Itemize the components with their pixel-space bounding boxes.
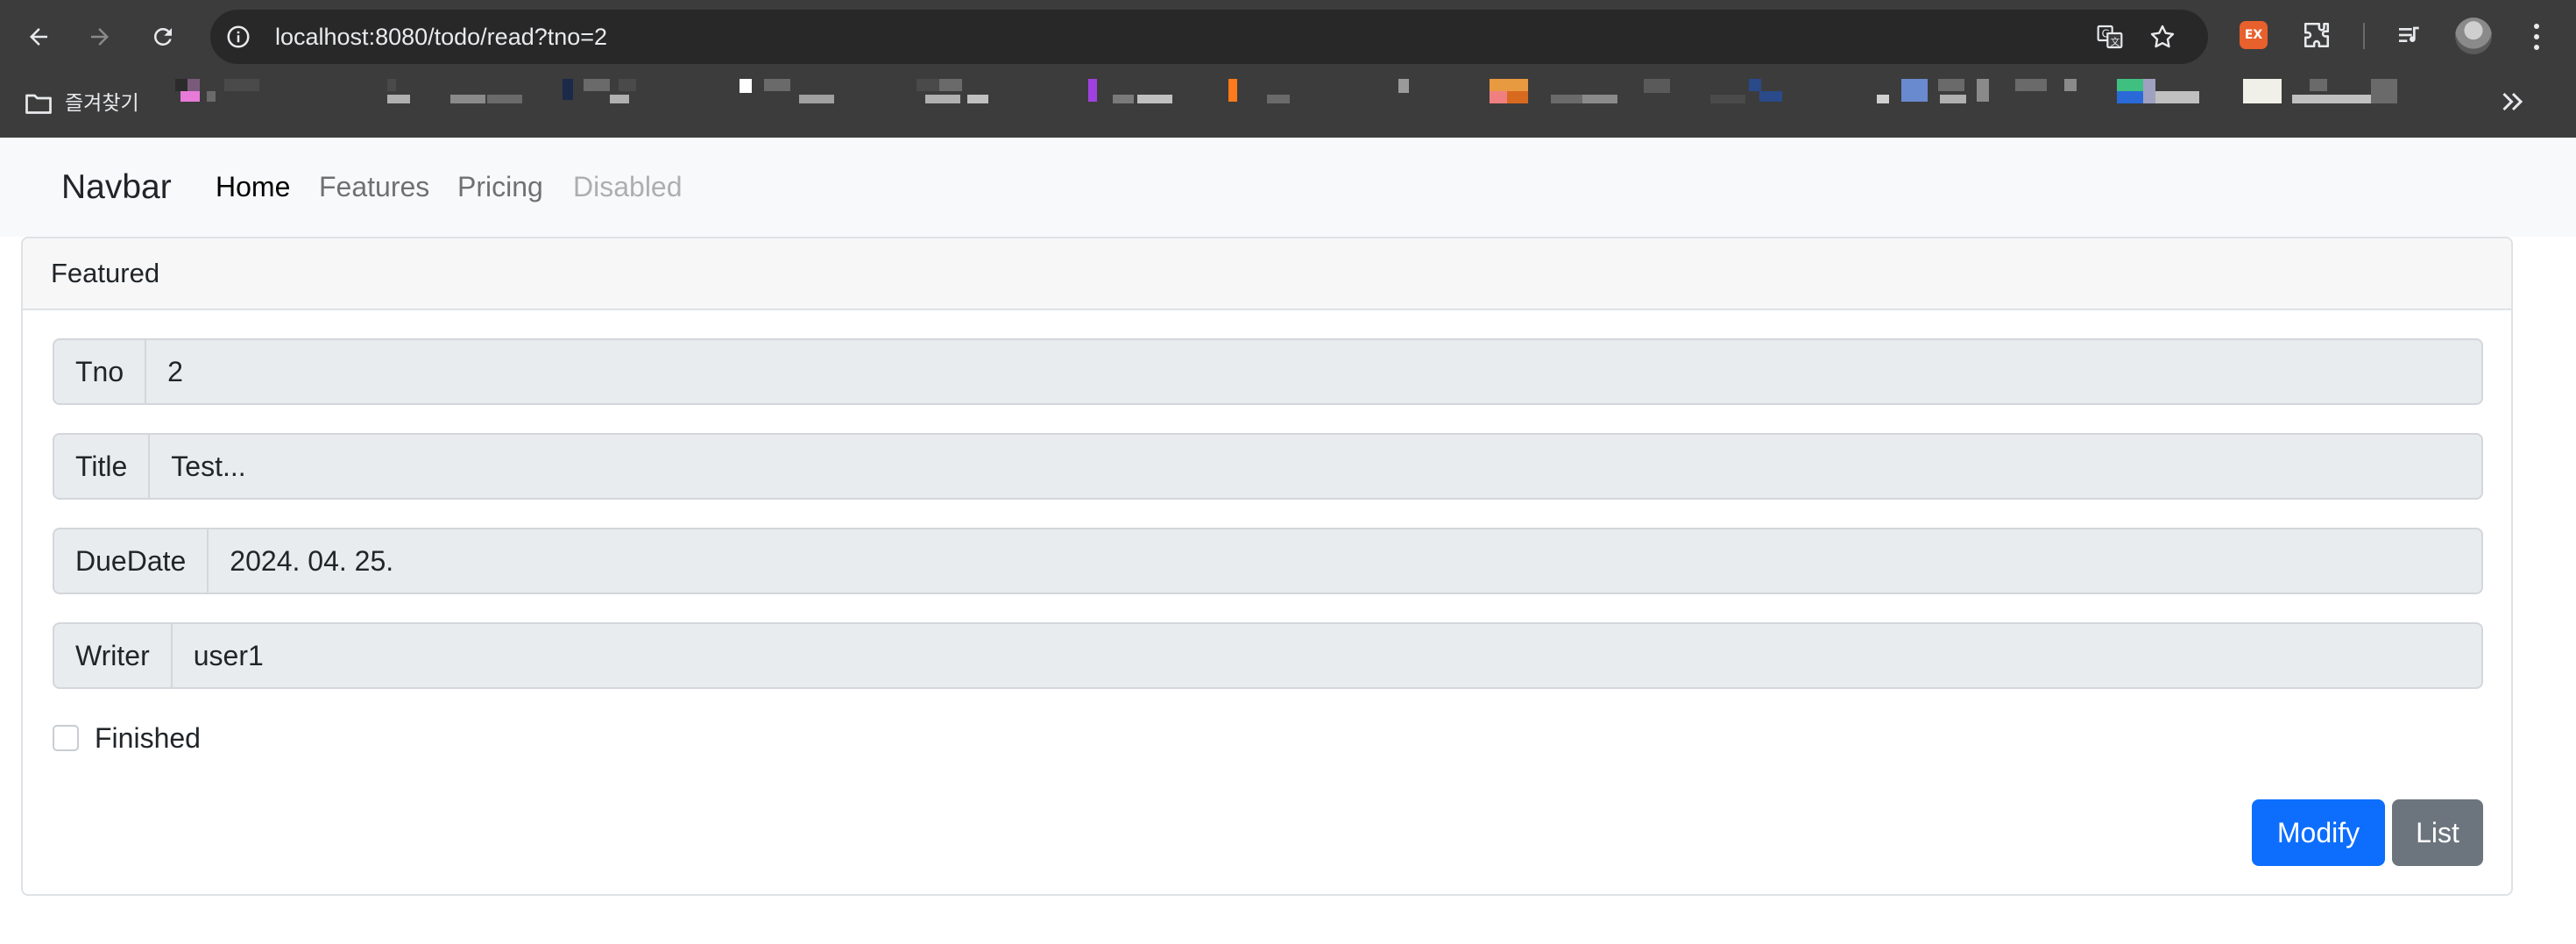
profile-avatar[interactable] xyxy=(2455,18,2492,54)
nav-link-features[interactable]: Features xyxy=(319,138,429,237)
tno-input-group: Tno xyxy=(53,338,2483,405)
finished-row: Finished xyxy=(53,720,201,756)
nav-link-home[interactable]: Home xyxy=(216,138,290,237)
arrow-right-icon xyxy=(91,28,109,46)
bookmark-star-icon[interactable] xyxy=(2147,21,2178,53)
browser-menu-icon[interactable] xyxy=(2523,19,2550,54)
media-control-icon[interactable] xyxy=(2392,18,2427,53)
tno-field[interactable] xyxy=(146,338,2483,405)
writer-input-group: Writer xyxy=(53,622,2483,689)
list-button[interactable]: List xyxy=(2392,799,2483,866)
arrow-left-icon xyxy=(30,28,47,46)
browser-toolbar: localhost:8080/todo/read?tno=2 G文 EX xyxy=(0,0,2576,72)
title-label: Title xyxy=(53,433,151,500)
title-input-group: Title xyxy=(53,433,2483,500)
back-button[interactable] xyxy=(19,18,58,56)
translate-icon[interactable]: G文 xyxy=(2094,21,2126,53)
bookmarks-bar: 즐겨찾기 xyxy=(0,72,2576,138)
title-field[interactable] xyxy=(150,433,2483,500)
url-text[interactable]: localhost:8080/todo/read?tno=2 xyxy=(275,10,607,64)
modify-button[interactable]: Modify xyxy=(2252,799,2385,866)
site-info-icon[interactable] xyxy=(223,21,254,53)
navbar-brand[interactable]: Navbar xyxy=(61,138,172,237)
duedate-input-group: DueDate xyxy=(53,528,2483,594)
svg-text:文: 文 xyxy=(2111,36,2120,47)
extensions-puzzle-icon[interactable] xyxy=(2299,18,2334,53)
browser-chrome: localhost:8080/todo/read?tno=2 G文 EX 즐겨찾… xyxy=(0,0,2576,138)
forward-button[interactable] xyxy=(81,18,119,56)
extension-ex-icon[interactable]: EX xyxy=(2240,21,2268,49)
duedate-field[interactable] xyxy=(209,528,2483,594)
finished-checkbox[interactable] xyxy=(53,725,79,751)
duedate-label: DueDate xyxy=(53,528,209,594)
finished-label[interactable]: Finished xyxy=(95,722,201,755)
bookmarks-folder-label[interactable]: 즐겨찾기 xyxy=(65,89,139,117)
card-header: Featured xyxy=(23,238,2511,310)
navbar: Navbar Home Features Pricing Disabled xyxy=(0,138,2576,237)
chevron-double-right-icon[interactable] xyxy=(2497,86,2529,117)
writer-label: Writer xyxy=(53,622,173,689)
address-bar[interactable]: localhost:8080/todo/read?tno=2 G文 xyxy=(210,10,2208,64)
folder-icon xyxy=(25,94,52,114)
writer-field[interactable] xyxy=(172,622,2483,689)
reload-icon xyxy=(154,27,172,46)
blurred-bookmarks xyxy=(175,79,2397,103)
extension-ex-label: EX xyxy=(2244,28,2263,42)
nav-link-disabled: Disabled xyxy=(573,171,683,202)
nav-link-pricing[interactable]: Pricing xyxy=(457,138,543,237)
todo-card: Featured Tno Title DueDate Writer Finish… xyxy=(21,237,2513,896)
tno-label: Tno xyxy=(53,338,147,405)
reload-button[interactable] xyxy=(144,18,182,56)
toolbar-separator xyxy=(2363,23,2365,49)
